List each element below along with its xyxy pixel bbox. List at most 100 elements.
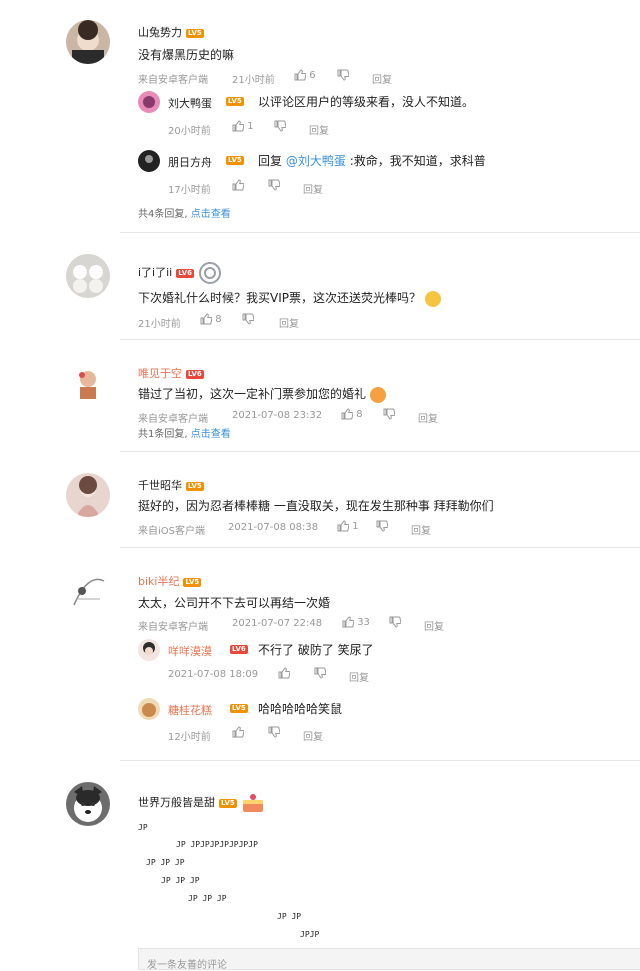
username-text[interactable]: 咩咩漠漠 [168, 645, 212, 658]
dislike-button[interactable] [268, 179, 280, 191]
avatar[interactable] [66, 20, 110, 64]
avatar[interactable] [66, 361, 110, 405]
like-button[interactable]: 6 [294, 69, 316, 81]
like-count: 33 [357, 617, 370, 628]
dislike-button[interactable] [268, 726, 280, 738]
view-more-link[interactable]: 点击查看 [191, 429, 231, 440]
avatar[interactable] [66, 473, 110, 517]
divider [120, 232, 640, 233]
reply-button[interactable]: 回复 [411, 522, 431, 537]
level-badge: LV6 [230, 645, 248, 654]
thumb-down-icon [268, 179, 280, 191]
comment-source: 来自安卓客户端 [138, 75, 208, 86]
comment-input[interactable]: 发一条友善的评论 [138, 948, 640, 971]
comment-username[interactable]: biki半纪 LV5 [138, 573, 202, 589]
divider [120, 760, 640, 761]
comment-source: 来自安卓客户端 [138, 622, 208, 633]
dislike-button[interactable] [337, 69, 349, 81]
reply-button[interactable]: 回复 [372, 71, 392, 86]
like-count: 1 [247, 121, 254, 132]
reply-time: 20小时前 [168, 126, 211, 137]
level-badge: LV5 [219, 798, 237, 808]
dislike-button[interactable] [242, 313, 254, 325]
view-more-link[interactable]: 点击查看 [191, 209, 231, 220]
username-text[interactable]: 世界万般皆是甜 [138, 796, 215, 809]
like-button[interactable]: 8 [341, 408, 363, 420]
avatar[interactable] [138, 698, 160, 720]
thumb-up-icon [337, 520, 349, 532]
thumb-up-icon [232, 120, 244, 132]
username-text[interactable]: 千世昭华 [138, 479, 182, 492]
reply-username[interactable]: 朋日方舟 [168, 154, 212, 170]
avatar[interactable] [138, 150, 160, 172]
more-replies: 共4条回复, 点击查看 [138, 205, 231, 220]
level-badge: LV6 [176, 268, 195, 278]
level-badge: LV6 [186, 369, 204, 379]
cake-decoration-icon [243, 794, 264, 812]
comment-username[interactable]: 唯见于空 LV6 [138, 365, 204, 381]
thumb-up-icon [341, 408, 353, 420]
like-button[interactable] [232, 726, 244, 738]
comment-text: 错过了当初，这次一定补门票参加您的婚礼 [138, 385, 386, 403]
like-button[interactable]: 1 [232, 120, 254, 132]
reply-text: 回复 @刘大鸭蛋 :救命，我不知道，求科普 [258, 152, 486, 169]
reply-username[interactable]: 糖桂花糕 [168, 702, 212, 718]
reply-username[interactable]: 咩咩漠漠 [168, 643, 212, 659]
username-text[interactable]: 朋日方舟 [168, 156, 212, 169]
like-count: 8 [215, 314, 222, 325]
reply-time: 17小时前 [168, 185, 211, 196]
level-badge: LV5 [230, 704, 248, 713]
reply-button[interactable]: 回复 [303, 728, 323, 743]
reply-button[interactable]: 回复 [279, 315, 299, 330]
comment-username[interactable]: 千世昭华 LV5 [138, 477, 204, 493]
ascii-art-line: JP JPJPJPJPJPJPJP [176, 840, 258, 849]
comment-body: 下次婚礼什么时候？我买VIP票，这次还送荧光棒吗？ [138, 291, 421, 305]
decoration-icon [198, 262, 221, 284]
comment-username[interactable]: 山兔势力 LV5 [138, 24, 204, 40]
comment-time: 2021-07-08 23:32 [232, 410, 323, 421]
comment-text: 太太，公司开不下去可以再结一次婚 [138, 596, 331, 610]
like-button[interactable] [232, 179, 244, 191]
username-text[interactable]: 刘大鸭蛋 [168, 97, 212, 110]
ascii-art-line: JP [138, 823, 148, 832]
reply-button[interactable]: 回复 [424, 618, 444, 633]
avatar[interactable] [66, 569, 110, 613]
comment-username[interactable]: i了i了ii LV6 [138, 261, 222, 285]
dislike-button[interactable] [389, 616, 401, 628]
dislike-button[interactable] [376, 520, 388, 532]
dislike-button[interactable] [383, 408, 395, 420]
username-text[interactable]: 糖桂花糕 [168, 704, 212, 717]
mention-link[interactable]: @刘大鸭蛋 [286, 154, 346, 168]
reply-button[interactable]: 回复 [309, 122, 329, 137]
reply-button[interactable]: 回复 [418, 410, 438, 425]
comment-username[interactable]: 世界万般皆是甜 LV5 [138, 792, 266, 814]
username-text[interactable]: biki半纪 [138, 575, 179, 588]
dislike-button[interactable] [274, 120, 286, 132]
like-button[interactable]: 8 [200, 313, 222, 325]
like-button[interactable]: 33 [342, 616, 370, 628]
avatar[interactable] [66, 254, 110, 298]
thumb-up-icon [232, 726, 244, 738]
reply-button[interactable]: 回复 [303, 181, 323, 196]
avatar[interactable] [66, 782, 110, 826]
comment-text: 没有爆黑历史的嘛 [138, 48, 235, 62]
more-replies-count: 共1条回复, [138, 429, 188, 440]
username-text[interactable]: 唯见于空 [138, 367, 182, 380]
reply-button[interactable]: 回复 [349, 669, 369, 684]
ascii-art-line: JP JP JP [161, 876, 200, 885]
comment-time: 21小时前 [232, 75, 275, 86]
like-button[interactable]: 1 [337, 520, 359, 532]
avatar[interactable] [138, 91, 160, 113]
dislike-button[interactable] [314, 667, 326, 679]
thumb-down-icon [376, 520, 388, 532]
ascii-art-line: JP JP [277, 912, 302, 921]
username-text[interactable]: i了i了ii [138, 266, 172, 279]
thumb-down-icon [314, 667, 326, 679]
reply-prefix: 回复 [258, 154, 283, 168]
avatar[interactable] [138, 639, 160, 661]
reply-username[interactable]: 刘大鸭蛋 [168, 95, 212, 111]
thumb-down-icon [383, 408, 395, 420]
username-text[interactable]: 山兔势力 [138, 26, 182, 39]
ascii-art-line: JP JP JP [188, 894, 227, 903]
like-button[interactable] [278, 667, 290, 679]
